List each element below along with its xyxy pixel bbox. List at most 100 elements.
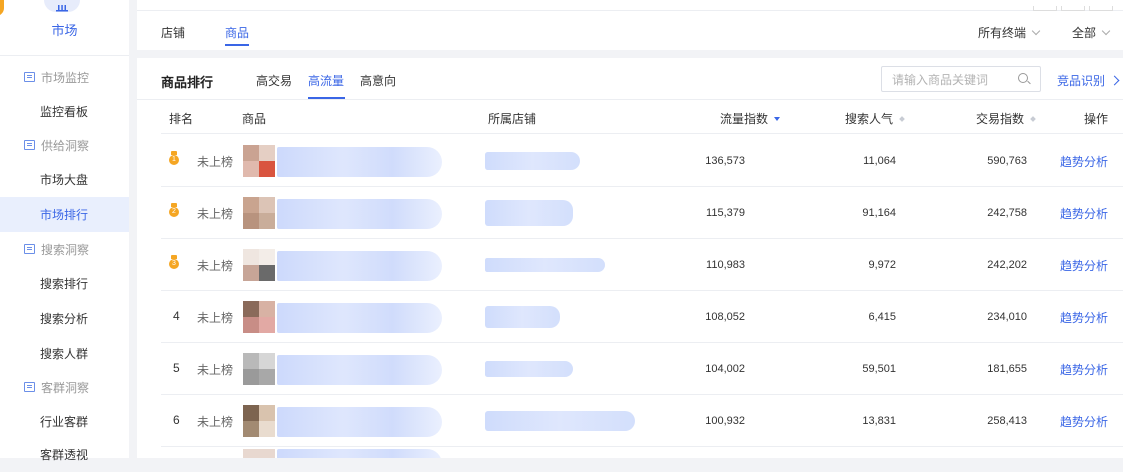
shop-name-blurred[interactable] <box>485 258 605 272</box>
product-name-blurred[interactable] <box>277 303 442 333</box>
table-row: 4 未上榜 108,052 6,415 234,010 趋势分析 <box>137 291 1123 343</box>
sidebar-item-monitor-board[interactable]: 监控看板 <box>0 94 129 129</box>
traffic-index: 136,573 <box>705 155 745 167</box>
rank-number: 4 <box>173 309 180 323</box>
product-name-blurred[interactable] <box>277 355 442 385</box>
device-filter-dropdown[interactable]: 所有终端 <box>978 24 1041 41</box>
shop-name-blurred[interactable] <box>485 411 635 431</box>
sidebar-group-supply-insight[interactable]: 供给洞察 <box>0 128 129 162</box>
tab-product[interactable]: 商品 <box>225 24 249 41</box>
product-thumbnail[interactable] <box>243 301 275 333</box>
search-input[interactable] <box>890 68 1014 92</box>
trade-index: 242,758 <box>987 207 1027 219</box>
sidebar-group-search-insight[interactable]: 搜索洞察 <box>0 232 129 266</box>
channel-filter-dropdown[interactable]: 全部 <box>1072 24 1111 41</box>
sidebar-item-search-ranking[interactable]: 搜索排行 <box>0 266 129 301</box>
product-name-blurred[interactable] <box>277 251 442 281</box>
subtab-high-traffic[interactable]: 高流量 <box>308 72 344 89</box>
trend-analysis-link[interactable]: 趋势分析 <box>1060 153 1108 170</box>
rank-number: 6 <box>173 413 180 427</box>
column-header-label: 交易指数 <box>976 112 1025 126</box>
sidebar-item-search-analysis[interactable]: 搜索分析 <box>0 301 129 336</box>
table-row-partial <box>137 447 1123 458</box>
search-popularity: 6,415 <box>868 311 896 323</box>
trend-analysis-link[interactable]: 趋势分析 <box>1060 309 1108 326</box>
rank-status: 未上榜 <box>197 207 234 221</box>
rank-medal-icon: 1 <box>169 151 179 165</box>
column-header-search[interactable]: 搜索人气 <box>845 110 905 127</box>
sidebar-market-label[interactable]: 市场 <box>0 20 129 39</box>
search-icon[interactable] <box>1018 73 1028 83</box>
product-thumbnail[interactable] <box>243 197 275 229</box>
rank-status: 未上榜 <box>197 155 234 169</box>
trend-analysis-link[interactable]: 趋势分析 <box>1060 361 1108 378</box>
sidebar: 市场 市场监控 监控看板 供给洞察 市场大盘 市场排行 搜索洞察 搜索排行 搜索… <box>0 0 129 462</box>
corner-controls <box>1029 0 1113 11</box>
search-popularity: 59,501 <box>862 363 896 375</box>
product-search-box <box>881 66 1041 92</box>
tab-shop[interactable]: 店铺 <box>161 24 185 41</box>
search-popularity: 9,972 <box>868 259 896 271</box>
trade-index: 242,202 <box>987 259 1027 271</box>
sort-icon <box>1030 115 1036 122</box>
product-thumbnail[interactable] <box>243 353 275 385</box>
product-thumbnail[interactable] <box>243 145 275 177</box>
sidebar-group-label: 客群洞察 <box>41 380 90 395</box>
sort-desc-icon <box>774 116 781 121</box>
sidebar-item-market-ranking[interactable]: 市场排行 <box>0 197 129 232</box>
traffic-index: 100,932 <box>705 415 745 427</box>
rank-medal-icon: 2 <box>169 203 179 217</box>
product-name-blurred[interactable] <box>277 407 442 437</box>
divider <box>137 99 1123 100</box>
shop-name-blurred[interactable] <box>485 152 580 170</box>
trade-index: 258,413 <box>987 415 1027 427</box>
shop-name-blurred[interactable] <box>485 200 573 226</box>
traffic-index: 104,002 <box>705 363 745 375</box>
table-row: 5 未上榜 104,002 59,501 181,655 趋势分析 <box>137 343 1123 395</box>
sidebar-item-customer-perspective[interactable]: 客群透视 <box>0 437 129 472</box>
building-icon <box>24 140 35 150</box>
trend-analysis-link[interactable]: 趋势分析 <box>1060 413 1108 430</box>
table-row: 2 未上榜 115,379 91,164 242,758 趋势分析 <box>137 187 1123 239</box>
sidebar-group-customer-insight[interactable]: 客群洞察 <box>0 370 129 404</box>
column-header-rank: 排名 <box>169 112 194 126</box>
sidebar-group-market-monitor[interactable]: 市场监控 <box>0 60 129 94</box>
trade-index: 234,010 <box>987 311 1027 323</box>
table-row: 3 未上榜 110,983 9,972 242,202 趋势分析 <box>137 239 1123 291</box>
trade-index: 181,655 <box>987 363 1027 375</box>
shop-name-blurred[interactable] <box>485 306 560 328</box>
active-tab-indicator <box>225 44 249 46</box>
competitor-identify-link[interactable]: 竞品识别 <box>1057 72 1120 89</box>
shop-name-blurred[interactable] <box>485 361 573 377</box>
sidebar-item-market-overview[interactable]: 市场大盘 <box>0 162 129 197</box>
traffic-index: 115,379 <box>706 207 745 219</box>
table-row: 1 未上榜 136,573 11,064 590,763 趋势分析 <box>137 135 1123 187</box>
chevron-down-icon <box>1031 26 1041 36</box>
trend-analysis-link[interactable]: 趋势分析 <box>1060 257 1108 274</box>
sidebar-item-industry-customers[interactable]: 行业客群 <box>0 404 129 439</box>
panel-title: 商品排行 <box>161 75 214 90</box>
trend-analysis-link[interactable]: 趋势分析 <box>1060 205 1108 222</box>
sidebar-item-search-crowd[interactable]: 搜索人群 <box>0 336 129 371</box>
subtab-high-intent[interactable]: 高意向 <box>360 72 396 89</box>
product-name-blurred[interactable] <box>277 199 442 229</box>
rank-medal-icon: 3 <box>169 255 179 269</box>
notification-dot <box>0 0 4 16</box>
sort-icon <box>899 115 905 122</box>
product-name-blurred <box>277 449 442 458</box>
search-popularity: 91,164 <box>862 207 896 219</box>
column-header-label: 搜索人气 <box>845 112 894 126</box>
column-header-traffic[interactable]: 流量指数 <box>720 110 781 127</box>
building-icon <box>24 72 35 82</box>
building-icon <box>24 382 35 392</box>
product-thumbnail[interactable] <box>243 249 275 281</box>
product-thumbnail <box>243 449 275 458</box>
product-thumbnail[interactable] <box>243 405 275 437</box>
product-name-blurred[interactable] <box>277 147 442 177</box>
subtab-high-trade[interactable]: 高交易 <box>256 72 292 89</box>
rank-status: 未上榜 <box>197 415 234 429</box>
rank-status: 未上榜 <box>197 259 234 273</box>
column-header-trade[interactable]: 交易指数 <box>976 110 1036 127</box>
column-header-shop: 所属店铺 <box>488 112 537 126</box>
bank-icon <box>56 5 68 12</box>
